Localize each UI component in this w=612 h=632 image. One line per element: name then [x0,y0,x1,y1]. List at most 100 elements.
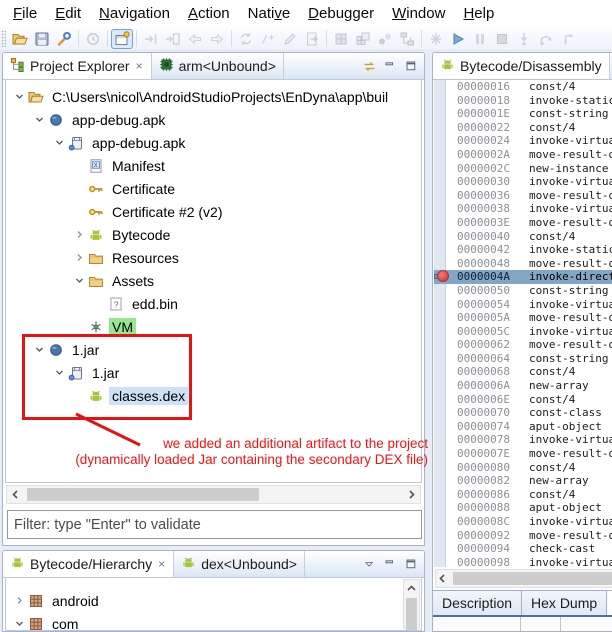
step-return-icon[interactable] [557,29,579,49]
hscroll-thumb[interactable] [452,572,612,585]
tree-row[interactable]: android [6,589,421,612]
hierarchy-vscrollbar[interactable] [403,579,420,630]
bottom-tab-disassembly[interactable]: Disassembly [607,591,612,616]
disassembly-row[interactable]: 0000006A new-array [434,379,612,393]
explorer-tab-arm-unbound-[interactable]: arm<Unbound> [152,53,284,79]
disassembly-row[interactable]: 00000092 move-result-object [434,529,612,543]
disassembly-row[interactable]: 00000098 invoke-virtual [434,556,612,567]
tree-row[interactable]: app-debug.apk [6,131,421,154]
pencil-icon[interactable] [279,29,301,49]
disassembly-row[interactable]: 00000050 const-string [434,284,612,298]
chevron-expanded-icon[interactable] [52,138,67,147]
close-icon[interactable]: × [135,60,144,72]
menu-action[interactable]: Action [179,2,239,25]
dots-icon[interactable] [374,29,396,49]
tree-row[interactable]: Assets [6,269,421,292]
tree-row[interactable]: com [6,612,421,630]
hierarchy-tab-dex-unbound-[interactable]: dex<Unbound> [174,551,305,577]
menu-navigation[interactable]: Navigation [90,2,179,25]
resume-icon[interactable] [447,29,469,49]
disassembly-row[interactable]: 0000003E move-result-object [434,216,612,230]
pause-icon[interactable] [469,29,491,49]
scroll-up-arrow-icon[interactable] [404,580,419,596]
stop-icon[interactable] [491,29,513,49]
disassembly-row[interactable]: 0000006E const/4 [434,393,612,407]
disassembly-row[interactable]: 00000022 const/4 [434,121,612,135]
refresh-icon[interactable] [235,29,257,49]
debug-bug-icon[interactable] [425,29,447,49]
minimize-icon[interactable] [383,59,397,73]
step-over-icon[interactable] [535,29,557,49]
menu-help[interactable]: Help [454,2,503,25]
disassembly-row[interactable]: 00000094 check-cast [434,542,612,556]
disassembly-row[interactable]: 0000002C new-instance [434,162,612,176]
close-icon[interactable]: × [157,558,166,570]
toolbar-drag-handle[interactable] [1,30,6,47]
save-icon[interactable] [31,29,53,49]
vscroll-thumb[interactable] [406,598,417,630]
chevron-expanded-icon[interactable] [12,619,27,628]
disassembly-row[interactable]: 00000054 invoke-virtual [434,298,612,312]
chevron-expanded-icon[interactable] [12,92,27,101]
disassembly-row[interactable]: 00000030 invoke-virtual [434,175,612,189]
scroll-left-arrow-icon[interactable] [436,570,450,587]
scroll-right-arrow-icon[interactable] [403,486,420,503]
menu-debugger[interactable]: Debugger [299,2,383,25]
doc-export-icon[interactable] [301,29,323,49]
disassembly-row[interactable]: 00000036 move-result-object [434,189,612,203]
bottom-tab-hex-dump[interactable]: Hex Dump [522,591,608,616]
disassembly-row[interactable]: 00000024 invoke-virtual [434,134,612,148]
tree-row[interactable]: Certificate [6,177,421,200]
tree-row[interactable]: 1.jar [6,338,421,361]
disassembly-row[interactable]: 0000001E const-string [434,107,612,121]
disassembly-row[interactable]: 0000007E move-result-object [434,447,612,461]
minimize-icon[interactable] [383,557,397,571]
hscroll-thumb[interactable] [27,488,259,501]
door-in-icon[interactable] [162,29,184,49]
disassembly-row[interactable]: 00000068 const/4 [434,365,612,379]
disassembly-row[interactable]: 00000048 move-result-object [434,257,612,271]
disassembly-row[interactable]: 00000086 const/4 [434,488,612,502]
disassembly-row[interactable]: 00000038 invoke-virtual [434,202,612,216]
wrench-icon[interactable] [53,29,75,49]
tree-row[interactable]: VM [6,315,421,338]
project-tree-hscrollbar[interactable] [6,485,421,504]
disassembly-hscrollbar[interactable] [435,569,612,588]
chevron-collapsed-icon[interactable] [72,230,87,239]
open-folder-icon[interactable] [9,29,31,49]
disassembly-row[interactable]: 0000008C invoke-virtual [434,515,612,529]
disassembly-row[interactable]: 00000080 const/4 [434,461,612,475]
chevron-collapsed-icon[interactable] [72,253,87,262]
maximize-icon[interactable] [404,557,418,571]
tree-row[interactable]: app-debug.apk [6,108,421,131]
comment-icon[interactable]: /* [257,29,279,49]
disassembly-row[interactable]: 00000088 aput-object [434,501,612,515]
disassembly-row[interactable]: 00000018 invoke-static [434,94,612,108]
tree-row[interactable]: Resources [6,246,421,269]
scroll-left-arrow-icon[interactable] [7,486,24,503]
grid-icon[interactable] [330,29,352,49]
tree-row[interactable]: C:\Users\nicol\AndroidStudioProjects\EnD… [6,85,421,108]
flow-icon[interactable] [396,29,418,49]
disassembly-row[interactable]: 00000064 const-string [434,352,612,366]
disassembly-row[interactable]: 0000004A invoke-direct [434,270,612,284]
disassembly-row[interactable]: 00000040 const/4 [434,230,612,244]
disassembly-row[interactable]: 00000078 invoke-virtual [434,433,612,447]
tree-row[interactable]: classes.dex [6,384,421,407]
disassembly-row[interactable]: 0000005A move-result-object [434,311,612,325]
disassembly-row[interactable]: 00000082 new-array [434,474,612,488]
view-menu-icon[interactable] [362,557,376,571]
menu-window[interactable]: Window [383,2,454,25]
tree-row[interactable]: Bytecode [6,223,421,246]
tree-row[interactable]: X Manifest [6,154,421,177]
menu-native[interactable]: Native [239,2,300,25]
menu-edit[interactable]: Edit [46,2,90,25]
disassembly-row[interactable]: 00000074 aput-object [434,420,612,434]
disassembly-row[interactable]: 00000070 const-class [434,406,612,420]
disassembly-row[interactable]: 0000005C invoke-virtual [434,325,612,339]
disassembly-tab-bytecode-disassembly[interactable]: Bytecode/Disassembly [433,53,610,79]
maximize-icon[interactable] [404,59,418,73]
disassembly-row[interactable]: 00000016 const/4 [434,80,612,94]
disassembly-row[interactable]: 00000042 invoke-static [434,243,612,257]
disassembly-row[interactable]: 00000062 move-result-object [434,338,612,352]
